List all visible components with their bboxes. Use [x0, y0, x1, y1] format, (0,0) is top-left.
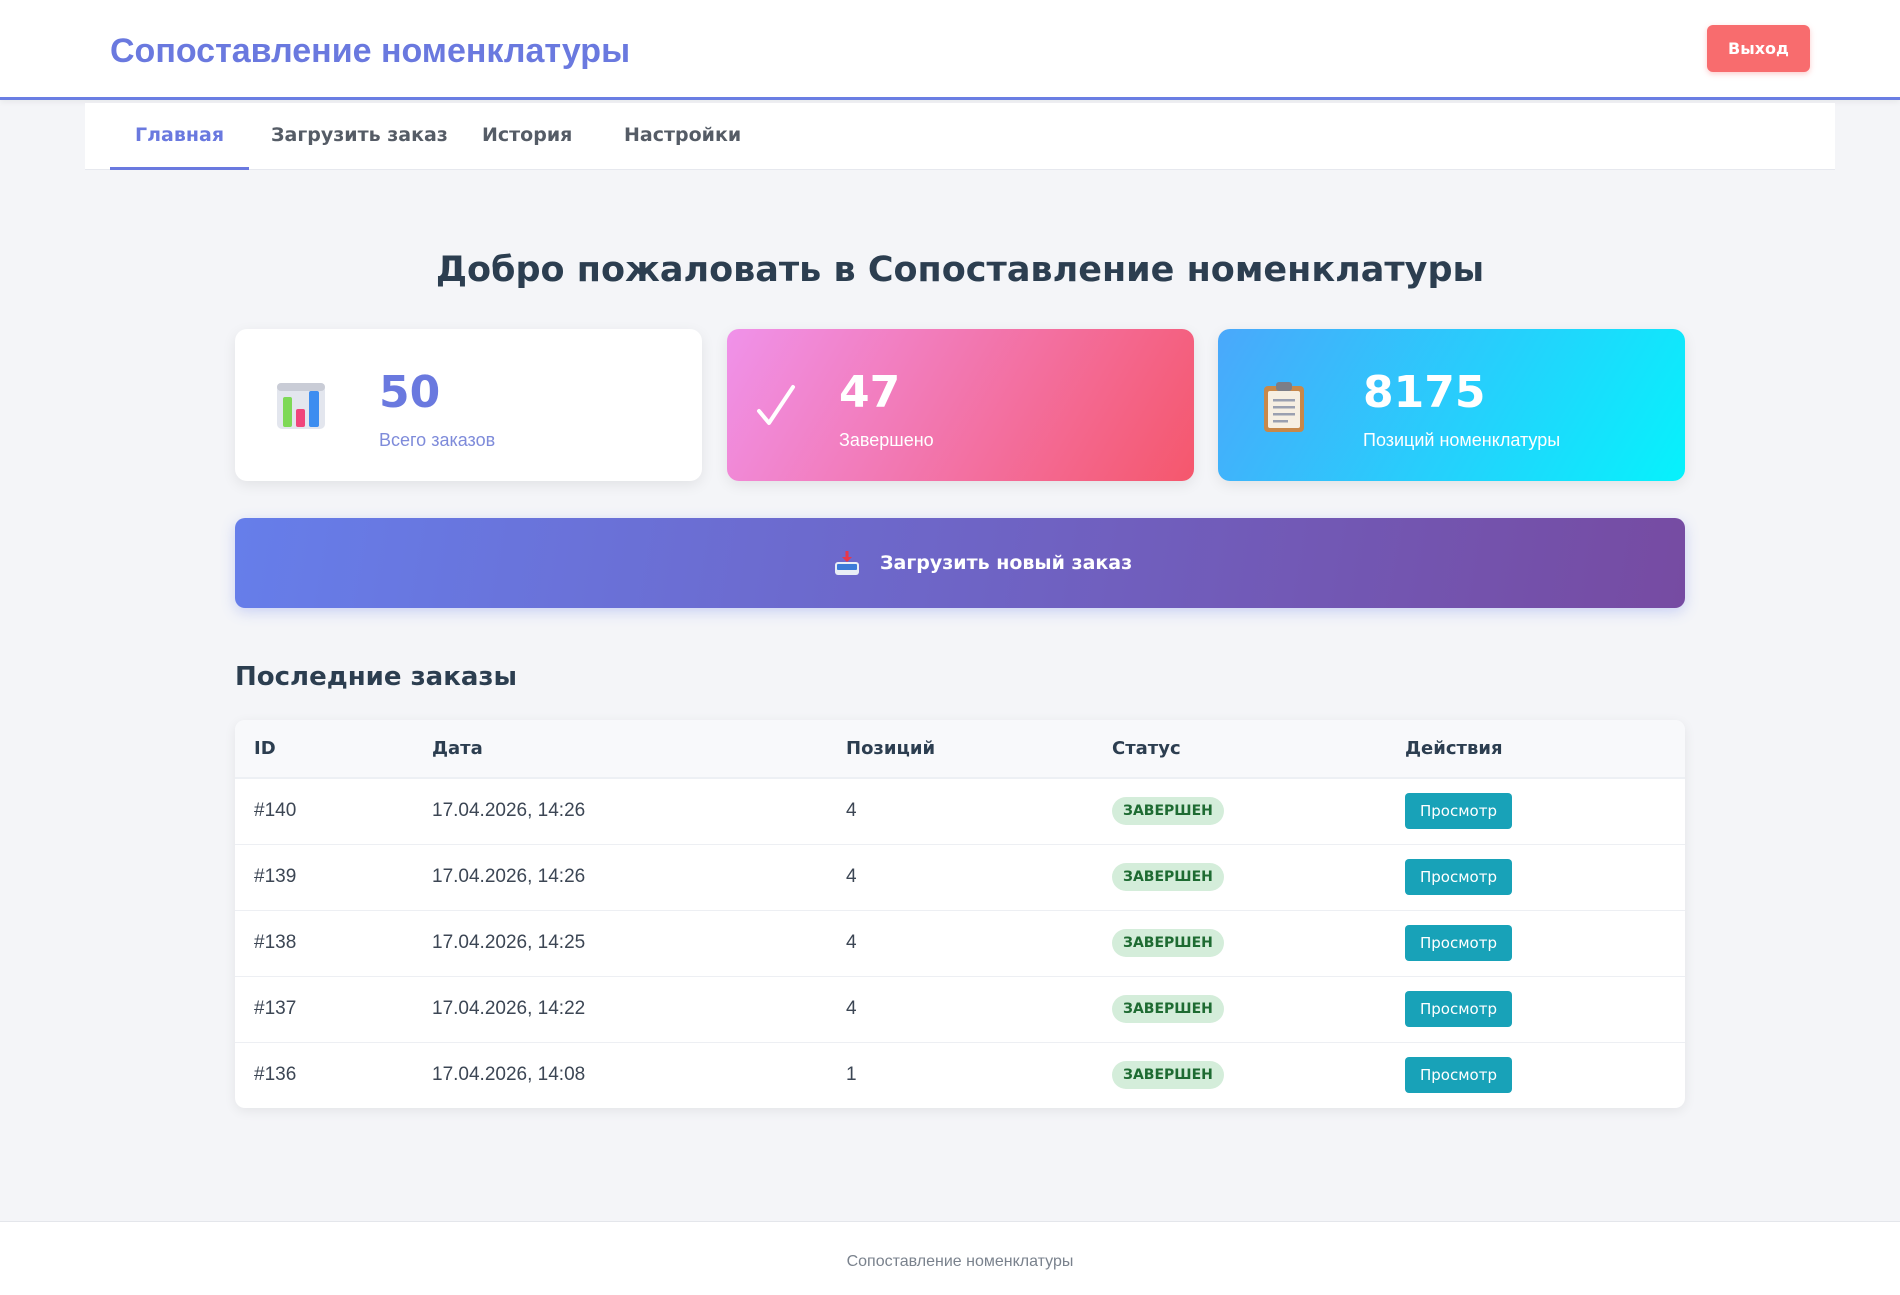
recent-orders-title: Последние заказы	[235, 662, 518, 692]
recent-orders-table: ID Дата Позиций Статус Действия #140 17.…	[235, 720, 1685, 1108]
order-id: #140	[235, 778, 413, 845]
stat-card-completed: 47 Завершено	[727, 329, 1194, 481]
stat-card-nomenclature: 8175 Позиций номенклатуры	[1218, 329, 1685, 481]
column-header-status: Статус	[1093, 720, 1386, 779]
stat-label: Всего заказов	[379, 430, 496, 450]
table-row: #138 17.04.2026, 14:25 4 ЗАВЕРШЕН Просмо…	[235, 910, 1685, 977]
bar-chart-icon	[275, 379, 327, 431]
table-row: #139 17.04.2026, 14:26 4 ЗАВЕРШЕН Просмо…	[235, 844, 1685, 911]
table-header-row: ID Дата Позиций Статус Действия	[235, 720, 1685, 779]
status-badge: ЗАВЕРШЕН	[1112, 929, 1224, 957]
order-positions: 4	[827, 778, 1093, 845]
logout-button[interactable]: Выход	[1707, 25, 1810, 72]
order-positions: 4	[827, 910, 1093, 977]
order-positions: 4	[827, 976, 1093, 1043]
order-date: 17.04.2026, 14:26	[413, 844, 827, 911]
tab-history[interactable]: История	[457, 103, 597, 170]
app-title: Сопоставление номенклатуры	[110, 32, 631, 70]
stat-label: Позиций номенклатуры	[1363, 430, 1561, 450]
view-button[interactable]: Просмотр	[1405, 991, 1512, 1027]
status-badge: ЗАВЕРШЕН	[1112, 995, 1224, 1023]
tab-home[interactable]: Главная	[110, 103, 250, 170]
status-badge: ЗАВЕРШЕН	[1112, 863, 1224, 891]
order-id: #137	[235, 976, 413, 1043]
clipboard-icon	[1260, 381, 1312, 433]
order-date: 17.04.2026, 14:22	[413, 976, 827, 1043]
column-header-date: Дата	[413, 720, 827, 779]
stat-card-total-orders: 50 Всего заказов	[235, 329, 702, 481]
column-header-positions: Позиций	[827, 720, 1093, 779]
order-positions: 1	[846, 1064, 857, 1086]
order-positions: 4	[827, 844, 1093, 911]
order-id: #138	[235, 910, 413, 977]
welcome-heading: Добро пожаловать в Сопоставление номенкл…	[435, 250, 1485, 290]
main-nav: Главная Загрузить заказ История Настройк…	[85, 103, 1835, 170]
view-button[interactable]: Просмотр	[1405, 793, 1512, 830]
status-badge: ЗАВЕРШЕН	[1112, 797, 1224, 826]
inbox-tray-icon	[834, 550, 860, 576]
checkmark-icon	[753, 381, 805, 433]
footer-text: Сопоставление номенклатуры	[846, 1253, 1074, 1270]
order-id: #139	[235, 844, 413, 911]
status-badge: ЗАВЕРШЕН	[1112, 1061, 1224, 1090]
order-date: 17.04.2026, 14:26	[413, 778, 827, 845]
tab-settings[interactable]: Настройки	[599, 103, 766, 170]
stat-label: Завершено	[839, 430, 934, 450]
order-date: 17.04.2026, 14:25	[413, 910, 827, 977]
view-button[interactable]: Просмотр	[1405, 925, 1512, 961]
table-row: #137 17.04.2026, 14:22 4 ЗАВЕРШЕН Просмо…	[235, 976, 1685, 1043]
stat-value: 8175	[1363, 367, 1486, 418]
column-header-id: ID	[235, 720, 413, 779]
column-header-actions: Действия	[1386, 720, 1685, 779]
upload-new-order-button[interactable]: Загрузить новый заказ	[235, 518, 1685, 608]
page-footer: Сопоставление номенклатуры	[0, 1221, 1900, 1295]
order-id: #136	[254, 1064, 297, 1086]
stat-value: 50	[379, 367, 441, 418]
stat-value: 47	[839, 367, 901, 418]
order-date: 17.04.2026, 14:08	[432, 1064, 586, 1086]
tab-upload-order[interactable]: Загрузить заказ	[246, 103, 473, 170]
table-row: #140 17.04.2026, 14:26 4 ЗАВЕРШЕН Просмо…	[235, 778, 1685, 845]
table-row: #136 17.04.2026, 14:08 1 ЗАВЕРШЕН Просмо…	[235, 1042, 1685, 1108]
view-button[interactable]: Просмотр	[1405, 1057, 1512, 1094]
app-header: Сопоставление номенклатуры Выход	[0, 0, 1900, 100]
view-button[interactable]: Просмотр	[1405, 859, 1512, 895]
upload-button-label: Загрузить новый заказ	[880, 552, 1133, 574]
